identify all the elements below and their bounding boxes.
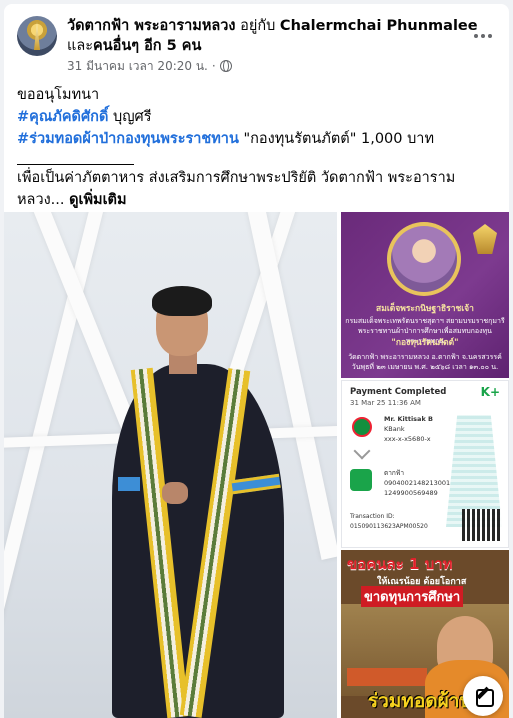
post-description: เพื่อเป็นค่าภัตตาหาร ส่งเสริมการศึกษาพระ… [17, 167, 497, 211]
portrait-frame [387, 222, 461, 296]
meta-separator: · [211, 59, 216, 73]
text-divider [17, 164, 134, 165]
dot-icon [488, 34, 492, 38]
banner-headline-2: 1 บาท [409, 555, 453, 573]
globe-icon[interactable] [219, 60, 232, 72]
hashtag-link[interactable]: #คุณภัคดิศักดิ์ [17, 109, 108, 125]
with-label: อยู่กับ [240, 18, 276, 34]
post-line-2: #คุณภัคดิศักดิ์ บุญศรี [17, 106, 497, 128]
poster-line: กรมสมเด็จพระเทพรัตนราชสุดาฯ สยามบรมราชกุ… [345, 317, 505, 325]
post-line-3: #ร่วมทอดผ้าป่ากองทุนพระราชทาน "กองทุนรัต… [17, 128, 497, 150]
post-author-line: วัดตากฟ้า พระอารามหลวง อยู่กับ Chalermch… [67, 16, 478, 36]
graduate-figure [104, 286, 294, 718]
hand [162, 482, 188, 504]
architecture-beam [4, 212, 106, 718]
post-card: วัดตากฟ้า พระอารามหลวง อยู่กับ Chalermch… [4, 4, 509, 718]
sender-account: xxx-x-x5680-x [384, 435, 431, 443]
hair [152, 286, 212, 316]
poster-line: วันพุธที่ ๒๓ เมษายน พ.ศ. ๒๕๖๘ เวลา ๑๓.๐๐… [351, 363, 499, 371]
post-line-3-text: "กองทุนรัตนภัตต์" 1,000 บาท [238, 131, 435, 147]
portrait [391, 226, 457, 292]
media-grid: สมเด็จพระกนิษฐาธิราชเจ้า กรมสมเด็จพระเทพ… [4, 212, 509, 718]
sleeve-band [118, 477, 140, 491]
slip-title: Payment Completed [350, 387, 447, 397]
transaction-id: 015090113623APM00520 [350, 523, 428, 530]
dot-icon [481, 34, 485, 38]
post-line-2-text: บุญศรี [108, 109, 152, 125]
post-others-line: และคนอื่นๆ อีก 5 คน [67, 36, 201, 56]
author-name-link[interactable]: วัดตากฟ้า พระอารามหลวง [67, 18, 236, 34]
thumbnail-royal-poster[interactable]: สมเด็จพระกนิษฐาธิราชเจ้า กรมสมเด็จพระเทพ… [341, 212, 509, 378]
dot-icon [474, 34, 478, 38]
payee-icon [350, 469, 372, 491]
transaction-id-label: Transaction ID: [350, 513, 395, 520]
sender-name: Mr. Kittisak B [384, 415, 433, 423]
see-more-link[interactable]: ดูเพิ่มเติม [69, 192, 126, 208]
post-line-1: ขออนุโมทนา [17, 87, 100, 103]
payee-ref: 0904002148213001 [384, 479, 451, 487]
temple-spire-icon [34, 22, 40, 50]
qr-code-icon [462, 509, 502, 541]
hashtag-link[interactable]: #ร่วมทอดผ้าป่ากองทุนพระราชทาน [17, 131, 239, 147]
main-photo[interactable] [4, 212, 337, 718]
page-avatar[interactable] [17, 16, 57, 56]
post-body: ขออนุโมทนา #คุณภัคดิศักดิ์ บุญศรี #ร่วมท… [17, 84, 497, 211]
edit-icon [475, 688, 494, 707]
banner-sub2: ขาดทุนการศึกษา [361, 586, 464, 607]
payee-name: ตากฟ้า [384, 469, 405, 477]
kplus-logo: K+ [480, 385, 500, 399]
and-label: และ [67, 38, 94, 54]
banner-headline-1: ขอคนละ [347, 555, 404, 573]
banner-headline: ขอคนละ 1 บาท [347, 556, 497, 573]
kbank-icon [352, 417, 372, 437]
sender-bank: KBank [384, 425, 405, 433]
post-meta: 31 มีนาคม เวลา 20:20 น. · [67, 58, 232, 74]
post-header: วัดตากฟ้า พระอารามหลวง อยู่กับ Chalermch… [4, 4, 509, 73]
poster-fund: "กองทุนรัตนภัตต์" [391, 338, 459, 348]
slip-date: 31 Mar 25 11:36 AM [350, 399, 421, 407]
poster-title: สมเด็จพระกนิษฐาธิราชเจ้า [376, 304, 474, 314]
thumbnail-payment-slip[interactable]: Payment Completed 31 Mar 25 11:36 AM K+ … [341, 380, 509, 548]
others-link[interactable]: คนอื่นๆ อีก 5 คน [93, 38, 201, 54]
post-timestamp[interactable]: 31 มีนาคม เวลา 20:20 น. [67, 58, 208, 74]
compose-edit-button[interactable] [463, 676, 503, 716]
tagged-user-link[interactable]: Chalermchai Phunmalee [280, 18, 478, 34]
more-options-button[interactable] [467, 20, 499, 52]
arrow-down-icon [353, 442, 371, 460]
royal-crest-icon [473, 224, 497, 254]
payee-ref: 1249900569489 [384, 489, 438, 497]
poster-line: วัดตากฟ้า พระอารามหลวง อ.ตากฟ้า จ.นครสวร… [348, 353, 502, 361]
desk [347, 668, 427, 686]
